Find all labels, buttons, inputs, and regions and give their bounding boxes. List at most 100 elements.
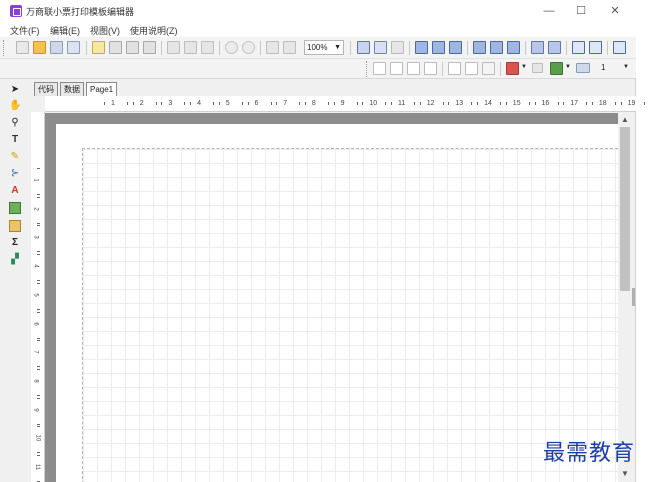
toolbar-grip[interactable] <box>3 40 6 56</box>
properties-icon[interactable] <box>109 41 122 54</box>
tool-palette: ➤ ✋ ⚲ T ✎ ⊱ A Σ ▞ <box>0 80 28 482</box>
minimize-button[interactable]: — <box>534 3 564 19</box>
chevron-down-icon[interactable]: ▼ <box>521 64 527 70</box>
scroll-thumb[interactable] <box>620 127 630 291</box>
cut-icon[interactable] <box>167 41 180 54</box>
ruler-tick-label: 8 <box>311 100 316 107</box>
border-right-icon[interactable] <box>448 62 461 75</box>
ruler-tick <box>500 102 502 105</box>
ruler-tick-label: 3 <box>168 100 173 107</box>
border-none-icon[interactable] <box>465 62 478 75</box>
line-color-icon[interactable] <box>550 62 563 75</box>
center-vertical-icon[interactable] <box>589 41 602 54</box>
text-icon[interactable]: T <box>9 134 21 146</box>
font-a-icon[interactable]: A <box>9 185 21 197</box>
brush-icon[interactable]: ✎ <box>9 151 21 163</box>
align-right-icon[interactable] <box>449 41 462 54</box>
group-icon[interactable] <box>266 41 279 54</box>
copy-icon[interactable] <box>184 41 197 54</box>
sum-icon[interactable]: Σ <box>9 237 21 249</box>
toolbar-grip[interactable] <box>366 61 369 77</box>
ungroup-icon[interactable] <box>283 41 296 54</box>
menu-view[interactable]: 视图(V) <box>90 24 120 37</box>
same-width-icon[interactable] <box>531 41 544 54</box>
chevron-down-icon[interactable]: ▼ <box>565 64 571 70</box>
scroll-up-icon[interactable]: ▲ <box>621 115 629 124</box>
toolbar-separator <box>409 41 410 55</box>
border-top-icon[interactable] <box>390 62 403 75</box>
open-folder-icon[interactable] <box>33 41 46 54</box>
ruler-tick <box>471 102 473 105</box>
border-all-icon[interactable] <box>373 62 386 75</box>
shapes-icon[interactable]: ▞ <box>9 254 21 266</box>
align-top-icon[interactable] <box>473 41 486 54</box>
grid-icon[interactable] <box>126 41 139 54</box>
menu-help[interactable]: 使用说明(Z) <box>130 24 178 37</box>
tab-code[interactable]: 代码 <box>34 82 58 96</box>
scroll-down-icon[interactable]: ▼ <box>621 469 629 478</box>
chevron-down-icon[interactable]: ▼ <box>623 64 629 70</box>
print-preview-icon[interactable] <box>67 41 80 54</box>
align-left-icon[interactable] <box>415 41 428 54</box>
border-left-icon[interactable] <box>424 62 437 75</box>
splitter-handle[interactable] <box>632 288 635 306</box>
fill-color-icon[interactable] <box>506 62 519 75</box>
hand-icon[interactable]: ✋ <box>9 100 21 112</box>
ruler-tick <box>241 102 243 105</box>
redo-icon[interactable] <box>242 41 255 54</box>
design-canvas[interactable] <box>45 113 618 482</box>
line-style-icon[interactable] <box>576 63 590 73</box>
ruler-tick-label: 9 <box>32 407 39 412</box>
title-bar: 万商联小票打印模板编辑器 — ☐ ✕ <box>0 0 636 22</box>
toolbar-separator <box>442 62 443 76</box>
barcode-icon[interactable] <box>9 220 21 232</box>
guides-icon[interactable] <box>391 41 404 54</box>
ruler-tick <box>37 222 40 224</box>
ruler-tick-label: 7 <box>283 100 288 107</box>
menu-edit[interactable]: 编辑(E) <box>50 24 80 37</box>
ruler-tick-label: 10 <box>34 434 41 442</box>
ruler-tick <box>37 251 40 253</box>
center-horizontal-icon[interactable] <box>572 41 585 54</box>
pointer-icon[interactable]: ➤ <box>9 84 21 96</box>
ruler-tick-label: 8 <box>32 379 39 383</box>
same-height-icon[interactable] <box>548 41 561 54</box>
export-icon[interactable] <box>143 41 156 54</box>
border-bottom-icon[interactable] <box>407 62 420 75</box>
align-center-icon[interactable] <box>432 41 445 54</box>
save-icon[interactable] <box>50 41 63 54</box>
zoom-select[interactable]: 100% ▼ <box>304 40 344 55</box>
new-file-icon[interactable] <box>16 41 29 54</box>
window-title: 万商联小票打印模板编辑器 <box>26 7 135 17</box>
line-width-value[interactable]: 1 <box>601 63 605 72</box>
toolbar-separator <box>260 41 261 55</box>
bring-front-icon[interactable] <box>613 41 626 54</box>
ruler-tick <box>37 280 40 282</box>
vertical-scrollbar[interactable]: ▲ ▼ <box>618 113 632 482</box>
snap-grid-icon[interactable] <box>357 41 370 54</box>
ruler-tick <box>132 102 134 105</box>
shadow-icon[interactable] <box>482 62 495 75</box>
undo-icon[interactable] <box>225 41 238 54</box>
show-grid-icon[interactable] <box>374 41 387 54</box>
page-setup-icon[interactable] <box>92 41 105 54</box>
fill-pattern-icon[interactable] <box>532 63 543 73</box>
tab-page1[interactable]: Page1 <box>86 82 118 96</box>
connector-icon[interactable]: ⊱ <box>9 168 21 180</box>
zoom-icon[interactable]: ⚲ <box>9 117 21 129</box>
template-page[interactable] <box>56 124 618 482</box>
vertical-ruler: 1 2 3 4 5 6 7 8 9 10 11 <box>31 112 45 482</box>
maximize-button[interactable]: ☐ <box>566 3 596 19</box>
ruler-tick <box>37 196 40 198</box>
image-icon[interactable] <box>9 202 21 214</box>
align-middle-icon[interactable] <box>490 41 503 54</box>
menu-file[interactable]: 文件(F) <box>10 24 40 37</box>
page-grid[interactable] <box>82 148 618 482</box>
ruler-tick <box>299 102 301 105</box>
align-bottom-icon[interactable] <box>507 41 520 54</box>
tab-data[interactable]: 数据 <box>60 82 84 96</box>
paste-icon[interactable] <box>201 41 214 54</box>
close-button[interactable]: ✕ <box>600 3 630 19</box>
ruler-tick <box>37 340 40 342</box>
ruler-tick <box>37 423 40 425</box>
